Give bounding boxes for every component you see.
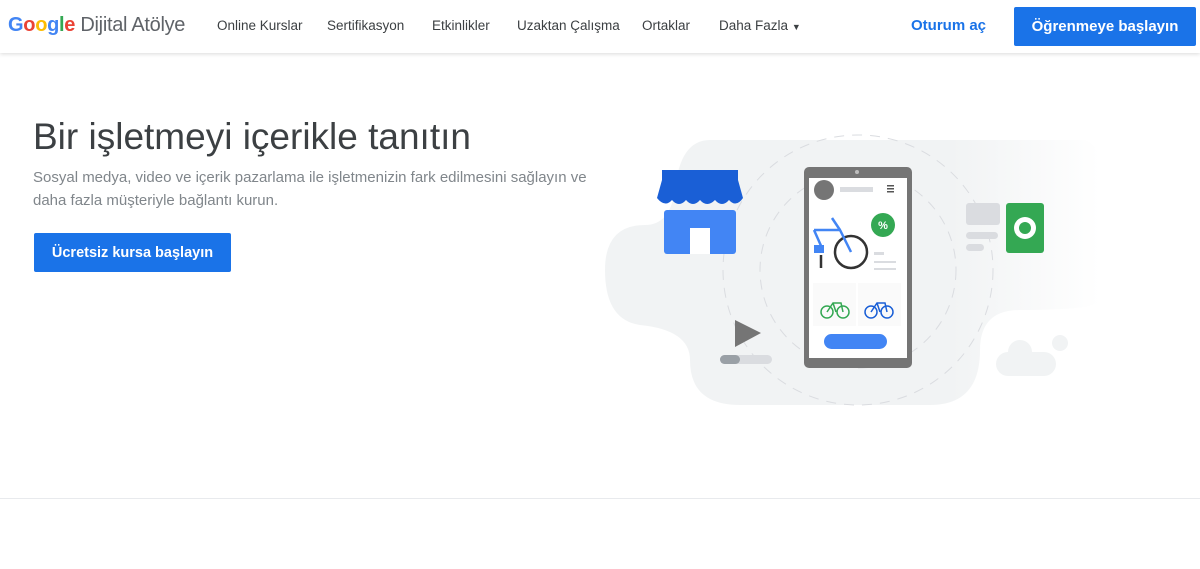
nav-etkinlikler[interactable]: Etkinlikler [432, 18, 490, 33]
storefront-icon [657, 170, 743, 254]
section-divider [0, 498, 1200, 499]
logo-letter: g [47, 14, 60, 36]
logo-letter: o [23, 14, 36, 36]
logo-letter: o [35, 14, 48, 36]
start-learning-button[interactable]: Öğrenmeye başlayın [1014, 7, 1196, 46]
nav-daha-fazla-label: Daha Fazla [719, 18, 789, 33]
caret-down-icon: ▼ [791, 22, 801, 32]
discount-badge-label: % [878, 220, 888, 232]
logo[interactable]: Google Dijital Atölye [8, 14, 185, 37]
phone-button [824, 334, 887, 349]
nav-uzaktan-calisma[interactable]: Uzaktan Çalışma [517, 18, 620, 33]
start-free-course-button[interactable]: Ücretsiz kursa başlayın [34, 233, 231, 272]
nav-sertifikasyon[interactable]: Sertifikasyon [327, 18, 404, 33]
google-wordmark: Google [8, 14, 75, 36]
product-name: Dijital Atölye [80, 14, 186, 36]
signin-link[interactable]: Oturum aç [911, 17, 986, 34]
nav-online-kurslar[interactable]: Online Kurslar [217, 18, 303, 33]
cloud-icon [996, 335, 1068, 376]
logo-letter: e [64, 14, 76, 36]
hero-illustration: % [605, 134, 1100, 406]
header: Google Dijital Atölye Online Kurslar Ser… [0, 0, 1200, 53]
nav-ortaklar[interactable]: Ortaklar [642, 18, 690, 33]
bike-avatar-icon [814, 180, 834, 200]
page-title: Bir işletmeyi içerikle tanıtın [33, 116, 471, 157]
page-subtitle: Sosyal medya, video ve içerik pazarlama … [33, 169, 587, 209]
logo-letter: G [8, 14, 24, 36]
nav-daha-fazla[interactable]: Daha Fazla ▼ [719, 18, 801, 33]
phone-icon: % [804, 167, 912, 368]
